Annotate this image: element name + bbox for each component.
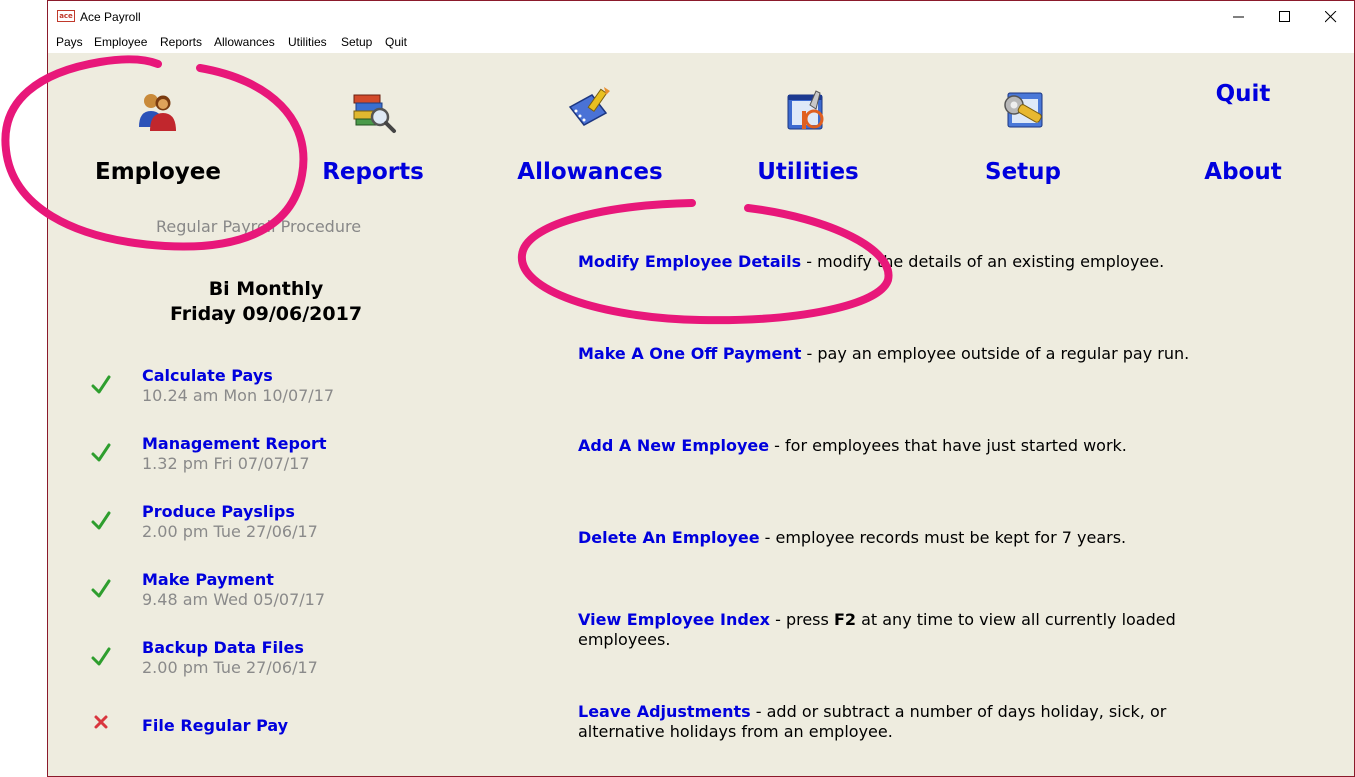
menu-bar: Pays Employee Reports Allowances Utiliti… [48,33,1354,53]
check-icon [91,511,111,530]
task-item: Add A New Employee - for employees that … [578,436,1278,456]
pay-period: Bi Monthly Friday 09/06/2017 [128,277,404,327]
minimize-button[interactable] [1216,1,1262,33]
nav-setup[interactable]: Setup [958,159,1088,185]
nav-utilities[interactable]: Utilities [738,159,878,185]
view-employee-index-link[interactable]: View Employee Index [578,610,770,629]
nav-reports[interactable]: Reports [308,159,438,185]
step-file-regular-pay[interactable]: File Regular Pay [142,716,288,735]
check-icon [91,579,111,598]
task-description: - pay an employee outside of a regular p… [801,344,1190,363]
app-window: ace Ace Payroll Pays Employee Reports Al… [47,0,1355,777]
check-icon [91,375,111,394]
utilities-icon[interactable] [784,87,832,135]
task-description: - employee records must be kept for 7 ye… [759,528,1127,547]
delete-employee-link[interactable]: Delete An Employee [578,528,760,547]
nav-employee[interactable]: Employee [88,159,228,185]
nav-allowances[interactable]: Allowances [510,159,670,185]
menu-pays[interactable]: Pays [56,35,83,49]
step-time: 1.32 pm Fri 07/07/17 [142,454,310,473]
ace-app-icon[interactable]: ace [57,10,75,22]
menu-quit[interactable]: Quit [385,35,407,49]
step-time: 9.48 am Wed 05/07/17 [142,590,326,609]
allowances-icon[interactable] [566,85,614,133]
title-bar[interactable]: ace Ace Payroll [48,1,1354,33]
menu-setup[interactable]: Setup [341,35,372,49]
nav-about[interactable]: About [1188,159,1298,185]
window-title: Ace Payroll [80,10,141,24]
step-produce-payslips[interactable]: Produce Payslips [142,502,295,521]
menu-employee[interactable]: Employee [94,35,147,49]
task-item: Make A One Off Payment - pay an employee… [578,344,1278,364]
task-item: Delete An Employee - employee records mu… [578,528,1278,548]
maximize-button[interactable] [1262,1,1308,33]
period-date: Friday 09/06/2017 [169,303,363,325]
menu-utilities[interactable]: Utilities [288,35,327,49]
task-description: - modify the details of an existing empl… [801,252,1165,271]
task-item: Modify Employee Details - modify the det… [578,252,1278,272]
minimize-icon [1233,16,1244,18]
reports-icon[interactable] [350,87,398,135]
task-description: - press [770,610,834,629]
modify-employee-details-link[interactable]: Modify Employee Details [578,252,801,271]
menu-reports[interactable]: Reports [160,35,202,49]
step-time: 2.00 pm Tue 27/06/17 [142,658,318,677]
procedure-title: Regular Payroll Procedure [156,217,362,236]
task-item: Leave Adjustments - add or subtract a nu… [578,702,1258,742]
setup-icon[interactable] [1000,87,1048,135]
check-icon [91,443,111,462]
step-time: 10.24 am Mon 10/07/17 [142,386,335,405]
step-calculate-pays[interactable]: Calculate Pays [142,366,273,385]
cross-icon [94,715,108,729]
shortcut-key: F2 [833,610,856,629]
maximize-icon [1279,11,1290,22]
leave-adjustments-link[interactable]: Leave Adjustments [578,702,751,721]
task-description: - for employees that have just started w… [769,436,1127,455]
step-time: 2.00 pm Tue 27/06/17 [142,522,318,541]
make-one-off-payment-link[interactable]: Make A One Off Payment [578,344,801,363]
nav-quit[interactable]: Quit [1198,81,1288,107]
employee-icon[interactable] [134,87,182,135]
close-icon [1325,11,1337,23]
close-button[interactable] [1308,1,1354,33]
step-management-report[interactable]: Management Report [142,434,327,453]
check-icon [91,647,111,666]
main-content: Employee Reports Allowances Utilities Se… [48,53,1354,776]
task-item: View Employee Index - press F2 at any ti… [578,610,1258,650]
step-backup-data-files[interactable]: Backup Data Files [142,638,304,657]
step-make-payment[interactable]: Make Payment [142,570,274,589]
add-new-employee-link[interactable]: Add A New Employee [578,436,769,455]
menu-allowances[interactable]: Allowances [214,35,275,49]
period-type: Bi Monthly [208,278,324,300]
